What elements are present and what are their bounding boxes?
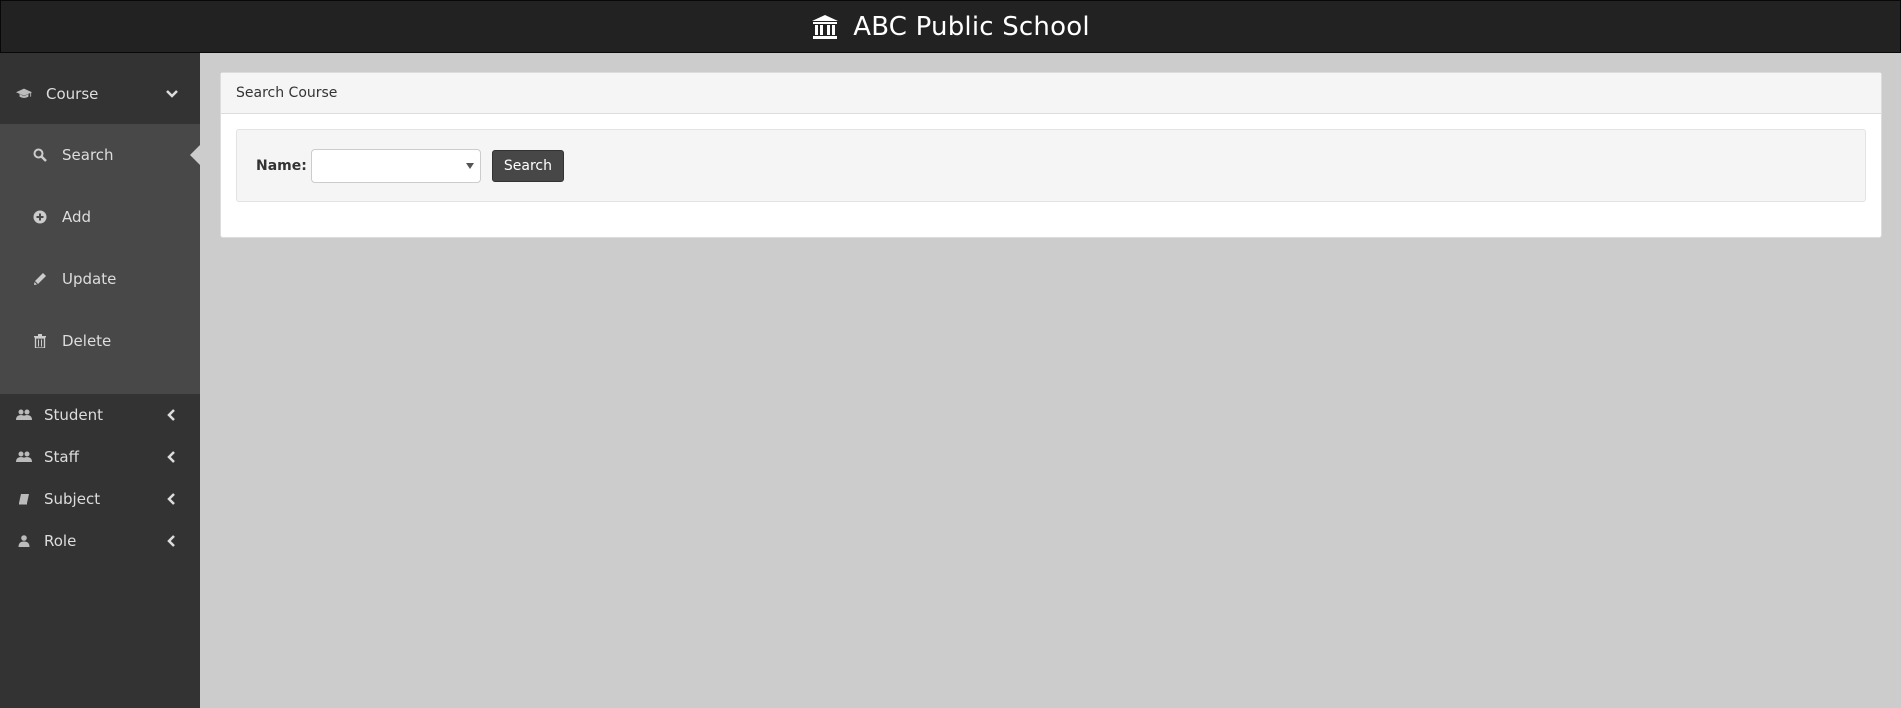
main-content: Search Course Name: Search (200, 53, 1901, 708)
panel-title: Search Course (221, 73, 1881, 114)
submenu-item-update[interactable]: Update (0, 248, 200, 310)
submenu-item-label: Add (62, 208, 92, 226)
course-submenu: Search Add Update Delete (0, 124, 200, 394)
trash-icon (32, 333, 48, 349)
name-select[interactable] (310, 148, 481, 183)
caret-down-icon (465, 162, 474, 169)
submenu-item-search[interactable]: Search (0, 124, 200, 186)
chevron-left-icon (164, 533, 180, 549)
search-form: Name: Search (236, 129, 1866, 202)
sidebar-item-subject[interactable]: Subject (0, 478, 200, 520)
name-label: Name: (256, 157, 307, 174)
users-icon (16, 449, 32, 465)
sidebar: Course Search Add Update Delete Student … (0, 53, 200, 708)
chevron-down-icon (164, 86, 180, 102)
submenu-item-add[interactable]: Add (0, 186, 200, 248)
chevron-left-icon (164, 491, 180, 507)
chevron-left-icon (164, 449, 180, 465)
graduation-cap-icon (16, 86, 32, 102)
submenu-item-label: Delete (62, 332, 112, 350)
sidebar-item-staff[interactable]: Staff (0, 436, 200, 478)
search-button[interactable]: Search (491, 149, 564, 182)
book-icon (16, 491, 32, 507)
top-navbar: ABC Public School (0, 0, 1901, 53)
brand[interactable]: ABC Public School (811, 12, 1090, 42)
users-icon (16, 407, 32, 423)
user-icon (16, 533, 32, 549)
submenu-item-label: Search (62, 146, 114, 164)
plus-circle-icon (32, 209, 48, 225)
sidebar-item-course[interactable]: Course (0, 53, 200, 124)
sidebar-item-label: Subject (44, 490, 101, 508)
sidebar-item-label: Role (44, 532, 77, 550)
bank-icon (811, 14, 839, 40)
submenu-item-label: Update (62, 270, 117, 288)
search-course-panel: Search Course Name: Search (220, 72, 1882, 238)
sidebar-item-label: Staff (44, 448, 79, 466)
pencil-icon (32, 271, 48, 287)
submenu-item-delete[interactable]: Delete (0, 310, 200, 372)
sidebar-item-student[interactable]: Student (0, 394, 200, 436)
app-title: ABC Public School (853, 11, 1090, 42)
sidebar-item-role[interactable]: Role (0, 520, 200, 562)
sidebar-item-label: Student (44, 406, 104, 424)
sidebar-item-label: Course (46, 84, 99, 103)
chevron-left-icon (164, 407, 180, 423)
search-icon (32, 147, 48, 163)
